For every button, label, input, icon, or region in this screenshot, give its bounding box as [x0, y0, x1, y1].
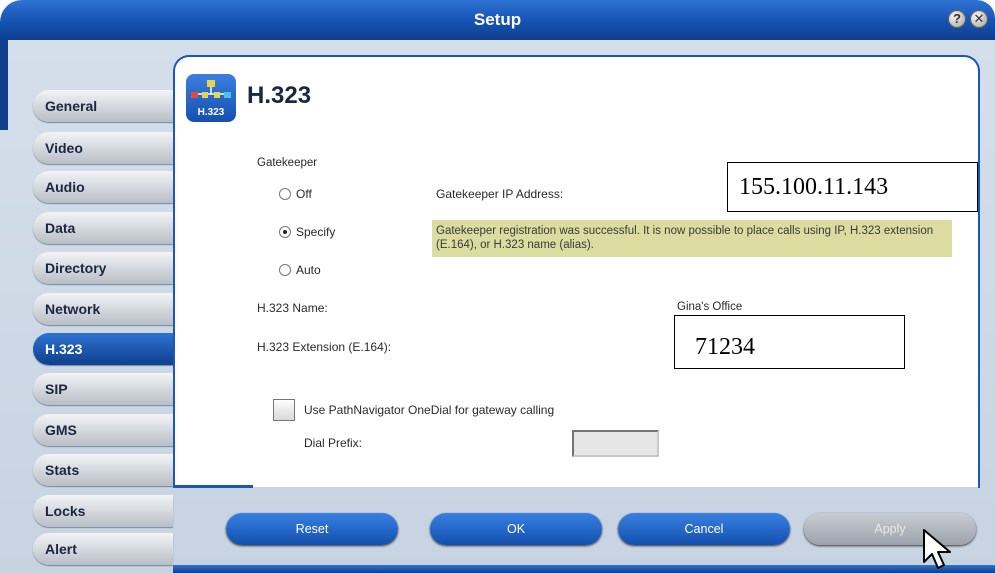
network-nodes-icon [191, 80, 231, 98]
sidebar-item-video[interactable]: Video [33, 132, 173, 164]
sidebar-item-stats[interactable]: Stats [33, 454, 173, 486]
sidebar-item-network[interactable]: Network [33, 293, 173, 325]
section-icon-label: H.323 [197, 107, 225, 118]
panel-right-border [978, 70, 980, 488]
sidebar-item-directory[interactable]: Directory [33, 252, 173, 284]
gatekeeper-heading: Gatekeeper [257, 157, 318, 169]
mouse-cursor-icon [923, 529, 951, 569]
network-h323-icon: H.323 [186, 74, 236, 122]
onedial-checkbox[interactable] [273, 399, 295, 421]
panel-divider [173, 485, 253, 488]
sidebar-item-sip[interactable]: SIP [33, 373, 173, 405]
h323-name-label: H.323 Name: [257, 301, 328, 315]
h323-panel [173, 55, 980, 487]
gatekeeper-ip-label: Gatekeeper IP Address: [436, 187, 564, 201]
ok-button[interactable]: OK [430, 513, 602, 545]
page-title: H.323 [247, 82, 312, 109]
sidebar-item-locks[interactable]: Locks [33, 495, 173, 527]
sidebar-item-h323[interactable]: H.323 [33, 333, 173, 365]
window-frame-edge [0, 40, 8, 130]
setup-window: Setup ? ✕ General Video Audio Data Direc… [0, 0, 995, 573]
sidebar-item-gms[interactable]: GMS [33, 414, 173, 446]
gatekeeper-auto-label[interactable]: Auto [296, 263, 321, 277]
h323-extension-input[interactable]: 71234 [674, 315, 905, 369]
h323-name-value[interactable]: Gina's Office [677, 301, 742, 313]
dial-prefix-input[interactable] [572, 430, 659, 457]
sidebar-item-data[interactable]: Data [33, 212, 173, 244]
bottom-frame-bar [173, 565, 995, 573]
reset-button[interactable]: Reset [226, 513, 398, 545]
title-bar: Setup ? ✕ [0, 0, 995, 40]
gatekeeper-off-radio[interactable] [279, 188, 291, 200]
help-icon[interactable]: ? [948, 10, 966, 28]
gatekeeper-auto-radio[interactable] [279, 264, 291, 276]
close-icon[interactable]: ✕ [970, 10, 988, 28]
onedial-checkbox-label[interactable]: Use PathNavigator OneDial for gateway ca… [304, 403, 554, 417]
gatekeeper-specify-label[interactable]: Specify [296, 225, 335, 239]
window-title: Setup [473, 10, 522, 29]
sidebar-item-audio[interactable]: Audio [33, 171, 173, 203]
gatekeeper-ip-input[interactable]: 155.100.11.143 [727, 162, 978, 212]
dial-prefix-label: Dial Prefix: [304, 436, 363, 450]
cancel-button[interactable]: Cancel [618, 513, 790, 545]
gatekeeper-specify-radio[interactable] [279, 226, 291, 238]
gatekeeper-status-message: Gatekeeper registration was successful. … [432, 220, 952, 257]
sidebar-item-alert[interactable]: Alert [33, 533, 173, 565]
gatekeeper-off-label[interactable]: Off [296, 187, 312, 201]
sidebar-item-general[interactable]: General [33, 90, 173, 122]
h323-extension-label: H.323 Extension (E.164): [257, 340, 392, 354]
